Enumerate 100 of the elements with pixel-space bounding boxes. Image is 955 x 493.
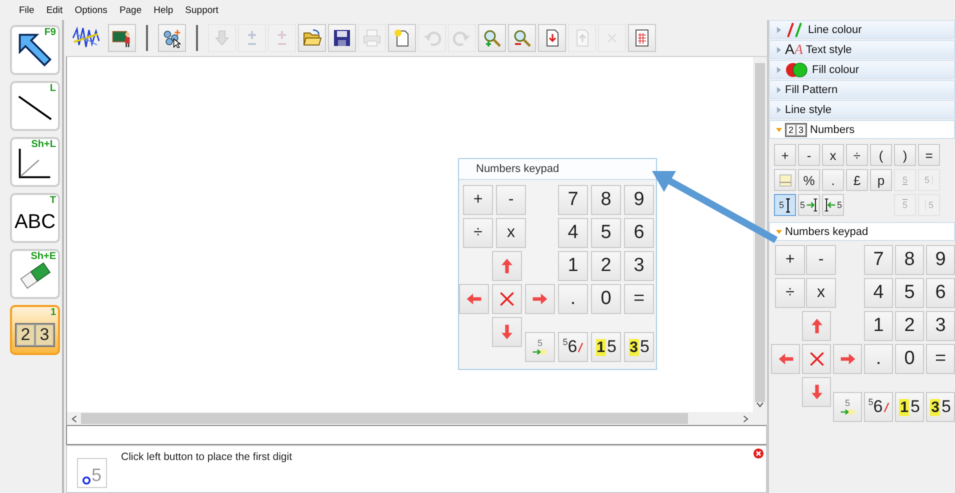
toolbar-button[interactable] [328,24,356,52]
menu-item[interactable]: Edit [40,4,69,16]
key-button[interactable]: 7 [864,245,893,275]
section-header[interactable]: AA Text style [769,40,955,59]
move-up-button[interactable] [802,311,831,341]
key-button[interactable]: x [806,278,836,308]
cross-icon [498,290,516,308]
menu-item[interactable]: Page [113,4,148,16]
shortcut-label: Sh+E [30,251,56,262]
toolbar-button[interactable] [538,24,566,52]
delete-button[interactable] [492,284,522,314]
shortcut-label: T [50,195,56,206]
key-button[interactable]: = [926,344,955,374]
toolbar-button[interactable] [628,24,656,52]
key-button[interactable]: + [775,245,805,275]
key-button[interactable]: = [624,284,654,314]
key-button[interactable]: 8 [895,245,924,275]
key-button[interactable]: 8 [591,185,621,215]
symbol-button[interactable]: = [918,144,940,166]
close-icon[interactable] [753,448,764,459]
section-header[interactable]: Line colour [769,20,955,39]
key-button[interactable]: 5 [591,218,621,248]
symbol-button[interactable]: £ [846,169,868,191]
key-button[interactable]: + [463,185,493,215]
symbol-button[interactable]: ) [894,144,916,166]
section-header[interactable]: 2 3 Numbers [769,120,955,139]
symbol-button[interactable]: - [798,144,820,166]
key-button[interactable]: 2 [591,251,621,281]
symbol-button[interactable]: % [798,169,820,191]
number-format-button[interactable]: 5 [798,194,820,216]
key-button[interactable]: 9 [624,185,654,215]
key-button[interactable]: - [806,245,836,275]
move-down-button[interactable] [492,317,522,347]
menu-item[interactable]: Support [179,4,224,16]
key-button[interactable]: - [496,185,526,215]
key-button[interactable]: 1 [864,311,893,341]
toolbar-button[interactable] [298,24,326,52]
symbol-button[interactable]: ÷ [846,144,868,166]
superscript-digit: 5 [562,337,568,347]
highlighted-digit: 3 [628,338,639,356]
move-left-button[interactable] [771,344,800,374]
toolbar-button[interactable] [108,24,136,52]
section-header[interactable]: Numbers keypad [769,222,955,241]
tool-button[interactable]: F9 [10,25,60,75]
section-header[interactable]: Line style [769,100,955,119]
key-button[interactable]: 3 [624,251,654,281]
key-button[interactable]: 15 [895,392,924,422]
key-button[interactable]: 5 [525,332,555,362]
number-format-button[interactable] [774,169,796,191]
menu-item[interactable]: Help [148,4,180,16]
key-button[interactable]: . [864,344,893,374]
toolbar-button[interactable] [388,24,416,52]
menu-item[interactable]: Options [68,4,114,16]
toolbar-button[interactable] [158,24,186,52]
key-button[interactable]: 15 [591,332,621,362]
window-title: Numbers keypad [459,159,656,180]
key-button[interactable]: 7 [558,185,588,215]
key-button[interactable]: 4 [558,218,588,248]
number-format-button[interactable]: 5 [774,194,796,216]
key-button[interactable]: 1 [558,251,588,281]
section-header[interactable]: Fill colour [769,60,955,79]
tool-button[interactable]: T ABC [10,193,60,243]
symbol-button[interactable]: p [870,169,892,191]
struck-digit: 6 [568,337,578,357]
key-button[interactable]: 6 [926,278,955,308]
move-down-button[interactable] [802,377,831,407]
key-button[interactable]: 0 [591,284,621,314]
menu-item[interactable]: File [13,4,40,16]
section-title: Line colour [808,24,862,36]
delete-button[interactable] [802,344,831,374]
tool-button[interactable]: L [10,81,60,131]
number-format-button[interactable]: 5 [822,194,844,216]
symbol-button[interactable]: . [822,169,844,191]
move-up-button[interactable] [492,251,522,281]
key-button[interactable]: ÷ [775,278,805,308]
key-button[interactable]: 3 [926,311,955,341]
move-right-button[interactable] [833,344,862,374]
key-button[interactable]: ÷ [463,218,493,248]
key-button[interactable]: . [558,284,588,314]
symbol-button[interactable]: ( [870,144,892,166]
key-button[interactable]: 0 [895,344,924,374]
key-button[interactable]: 5 [895,278,924,308]
command-input[interactable] [66,425,767,445]
section-header[interactable]: Fill Pattern [769,80,955,99]
key-button[interactable]: 5 [833,392,862,422]
key-button[interactable]: 35 [926,392,955,422]
key-button[interactable]: 2 [895,311,924,341]
ring-icon [82,476,92,485]
key-button[interactable]: 9 [926,245,955,275]
move-left-button[interactable] [459,284,489,314]
tool-button[interactable]: Sh+E [10,249,60,299]
symbol-button[interactable]: x [822,144,844,166]
key-button[interactable]: 4 [864,278,893,308]
key-button[interactable]: x [496,218,526,248]
key-button[interactable]: 35 [624,332,654,362]
tool-button[interactable]: Sh+L [10,137,60,187]
key-button[interactable]: 6 [624,218,654,248]
move-right-button[interactable] [525,284,555,314]
symbol-button[interactable]: + [774,144,796,166]
tool-button[interactable]: 1 2 3 [10,305,60,355]
